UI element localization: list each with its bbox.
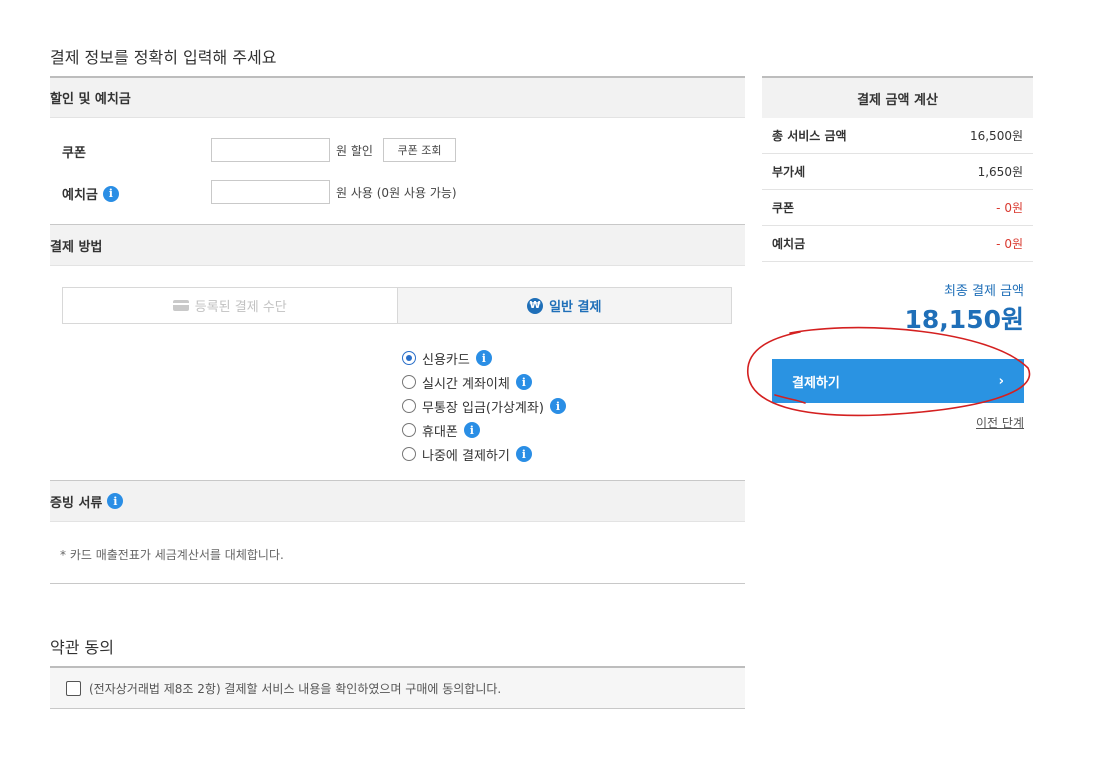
coupon-label-text: 쿠폰 — [62, 146, 86, 161]
tab-general-payment[interactable]: ₩ 일반 결제 — [396, 288, 731, 323]
summary-row-value: 1,650원 — [977, 165, 1023, 179]
summary-row-label: 예치금 — [772, 237, 806, 251]
deposit-unit: 원 사용 (0원 사용 가능) — [336, 186, 457, 200]
summary-row-label: 쿠폰 — [772, 201, 795, 215]
discount-header-label: 할인 및 예치금 — [50, 92, 131, 107]
tab-registered-label: 등록된 결제 수단 — [194, 300, 287, 315]
info-icon[interactable]: i — [107, 493, 124, 509]
summary-header: 결제 금액 계산 — [762, 76, 1033, 118]
summary-row-deposit: 예치금 - 0원 — [762, 226, 1033, 262]
payment-section-header: 결제 방법 — [50, 224, 745, 266]
payment-header-label: 결제 방법 — [50, 239, 103, 255]
terms-checkbox[interactable] — [66, 680, 81, 696]
summary-row-value: 16,500원 — [969, 129, 1023, 143]
method-virtual-account[interactable]: 무통장 입금(가상계좌) i — [402, 394, 566, 418]
coupon-label: 쿠폰 — [62, 142, 86, 161]
method-credit-card[interactable]: 신용카드 i — [402, 346, 566, 370]
deposit-label: 예치금 i — [62, 184, 119, 203]
info-icon[interactable]: i — [549, 398, 566, 414]
summary-row-coupon: 쿠폰 - 0원 — [762, 190, 1033, 226]
info-icon[interactable]: i — [515, 374, 532, 390]
final-amount-value: 18,150원 — [904, 305, 1024, 334]
radio-button[interactable] — [402, 399, 416, 413]
method-label: 나중에 결제하기 — [422, 448, 510, 464]
pay-button[interactable]: 결제하기 › — [772, 359, 1024, 403]
info-icon[interactable]: i — [515, 446, 532, 462]
coupon-unit: 원 할인 — [336, 144, 373, 158]
payment-summary: 결제 금액 계산 총 서비스 금액 16,500원 부가세 1,650원 쿠폰 … — [762, 76, 1033, 262]
payment-tabs: 등록된 결제 수단 ₩ 일반 결제 — [62, 287, 732, 324]
receipt-section-header: 증빙 서류 i — [50, 480, 745, 522]
radio-button[interactable] — [402, 423, 416, 437]
deposit-label-text: 예치금 — [62, 188, 98, 203]
summary-row-vat: 부가세 1,650원 — [762, 154, 1033, 190]
info-icon[interactable]: i — [463, 422, 480, 438]
final-amount-label: 최종 결제 금액 — [943, 284, 1024, 299]
page-title: 결제 정보를 정확히 입력해 주세요 — [50, 48, 277, 67]
discount-section-header: 할인 및 예치금 — [50, 76, 745, 118]
method-mobile[interactable]: 휴대폰 i — [402, 418, 566, 442]
receipt-note: * 카드 매출전표가 세금계산서를 대체합니다. — [60, 548, 284, 562]
deposit-amount-input[interactable] — [211, 180, 330, 204]
info-icon[interactable]: i — [102, 185, 119, 202]
method-label: 신용카드 — [422, 352, 470, 368]
radio-button[interactable] — [402, 351, 416, 365]
method-bank-transfer[interactable]: 실시간 계좌이체 i — [402, 370, 566, 394]
tab-registered-payment[interactable]: 등록된 결제 수단 — [63, 288, 397, 323]
pay-button-label: 결제하기 — [792, 375, 840, 391]
receipt-header-label: 증빙 서류 — [50, 495, 103, 511]
radio-button[interactable] — [402, 447, 416, 461]
summary-row-label: 부가세 — [772, 165, 806, 179]
previous-step-link[interactable]: 이전 단계 — [762, 414, 1024, 431]
tab-general-label: 일반 결제 — [549, 300, 602, 315]
radio-button[interactable] — [402, 375, 416, 389]
chevron-right-icon: › — [998, 373, 1004, 389]
credit-card-icon — [172, 300, 189, 311]
method-label: 무통장 입금(가상계좌) — [422, 400, 544, 416]
summary-row-value: - 0원 — [996, 237, 1023, 251]
method-pay-later[interactable]: 나중에 결제하기 i — [402, 442, 566, 466]
payment-method-section: 등록된 결제 수단 ₩ 일반 결제 신용카드 i 실시간 계좌이체 i 무통장 … — [50, 266, 745, 480]
method-label: 실시간 계좌이체 — [422, 376, 510, 392]
discount-section: 쿠폰 원 할인 쿠폰 조회 예치금 i 원 사용 (0원 사용 가능) — [50, 118, 745, 224]
summary-row-value: - 0원 — [996, 201, 1023, 215]
coupon-amount-input[interactable] — [211, 138, 330, 162]
coupon-lookup-button[interactable]: 쿠폰 조회 — [383, 138, 456, 162]
summary-row-total: 총 서비스 금액 16,500원 — [762, 118, 1033, 154]
method-label: 휴대폰 — [422, 424, 458, 440]
payment-form: 할인 및 예치금 쿠폰 원 할인 쿠폰 조회 예치금 i 원 사용 (0원 사용… — [50, 76, 745, 584]
won-icon: ₩ — [527, 297, 544, 314]
terms-agreement: (전자상거래법 제8조 2항) 결제할 서비스 내용을 확인하였으며 구매에 동… — [50, 666, 745, 709]
info-icon[interactable]: i — [475, 350, 492, 366]
summary-row-label: 총 서비스 금액 — [772, 129, 847, 143]
payment-method-list: 신용카드 i 실시간 계좌이체 i 무통장 입금(가상계좌) i 휴대폰 i 나… — [402, 346, 566, 466]
terms-agree-text: (전자상거래법 제8조 2항) 결제할 서비스 내용을 확인하였으며 구매에 동… — [89, 681, 502, 696]
receipt-section: * 카드 매출전표가 세금계산서를 대체합니다. — [50, 522, 745, 584]
terms-title: 약관 동의 — [50, 638, 114, 657]
